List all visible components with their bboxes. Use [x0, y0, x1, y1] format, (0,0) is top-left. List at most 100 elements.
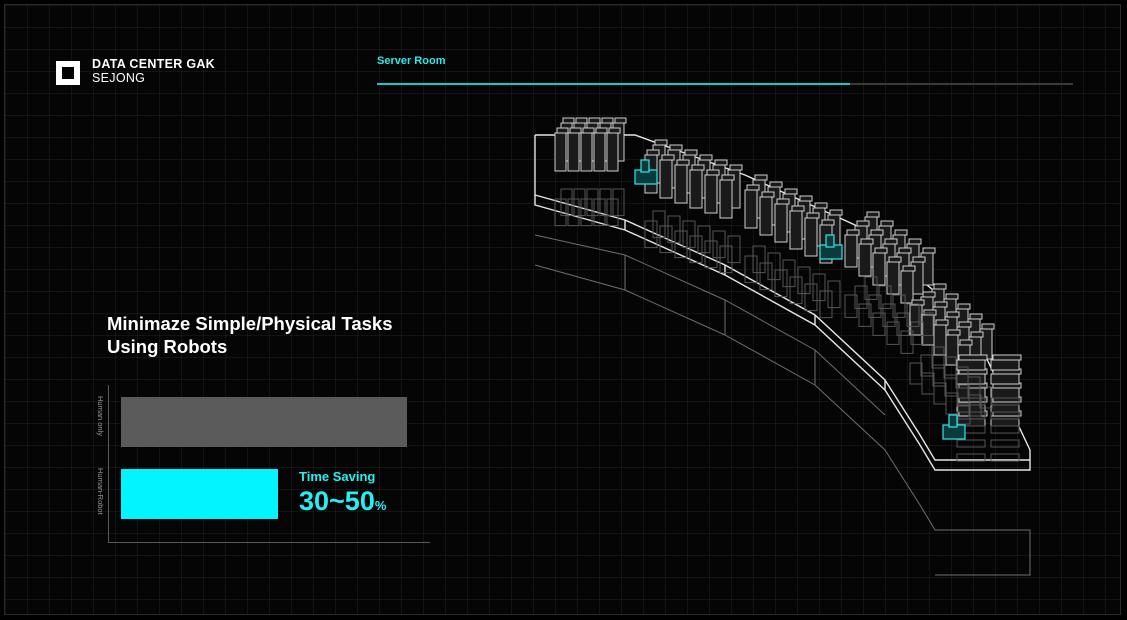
- server-rack-top: [784, 188, 798, 195]
- server-rack-top: [769, 181, 783, 188]
- server-rack: [956, 359, 986, 371]
- server-rack: [990, 359, 1020, 371]
- server-rack-top: [754, 174, 768, 181]
- category-label-human-only: Human only: [96, 396, 105, 437]
- server-rack-top: [676, 159, 690, 166]
- server-rack-top: [646, 149, 660, 156]
- server-rack-top: [614, 117, 627, 124]
- server-rack-reflection: [767, 252, 781, 281]
- server-rack: [554, 132, 567, 172]
- server-rack-top: [582, 127, 595, 134]
- server-rack-reflection: [712, 230, 726, 259]
- server-rack-top: [776, 198, 790, 205]
- server-rack: [759, 196, 773, 236]
- bar-human-robot: [121, 469, 279, 519]
- server-rack-top: [888, 256, 902, 263]
- server-rack-top: [829, 209, 843, 216]
- brand-logo: DATA CENTER GAK SEJONG: [56, 57, 215, 85]
- server-rack-reflection: [667, 215, 681, 244]
- server-rack-top: [721, 174, 735, 181]
- server-rack-top: [729, 164, 743, 171]
- server-rack-reflection: [744, 255, 758, 284]
- server-rack-reflection: [797, 266, 811, 295]
- server-rack-top: [969, 313, 983, 320]
- server-rack-top: [556, 127, 569, 134]
- server-rack-reflection: [704, 240, 718, 269]
- server-rack-top: [946, 311, 960, 318]
- server-rack-reflection: [682, 220, 696, 249]
- server-rack-top: [588, 117, 601, 124]
- tab-progress-bar: [377, 83, 851, 85]
- server-rack: [774, 203, 788, 243]
- server-rack-top: [958, 321, 972, 328]
- server-rack: [990, 401, 1020, 413]
- server-rack-top: [884, 238, 898, 245]
- server-rack-top: [902, 265, 916, 272]
- server-rack: [567, 132, 580, 172]
- server-rack: [719, 179, 733, 219]
- server-rack: [606, 132, 619, 172]
- chart-y-axis: [108, 385, 109, 543]
- server-rack: [990, 415, 1020, 427]
- server-rack-top: [846, 229, 860, 236]
- server-rack-top: [821, 219, 835, 226]
- server-rack-top: [799, 195, 813, 202]
- server-room-isometric-icon: [534, 117, 1031, 576]
- time-saving-value: 30~50%: [299, 486, 386, 517]
- server-rack-top: [947, 329, 961, 336]
- server-rack-top: [945, 293, 959, 300]
- headline: Minimaze Simple/Physical Tasks Using Rob…: [107, 312, 393, 358]
- category-label-human-robot: Human-Robot: [96, 468, 105, 515]
- server-rack-top: [669, 144, 683, 151]
- server-rack-reflection: [956, 439, 986, 448]
- server-rack: [704, 174, 718, 214]
- server-rack: [789, 210, 803, 250]
- server-rack-top: [746, 184, 760, 191]
- server-rack: [744, 189, 758, 229]
- server-rack: [689, 169, 703, 209]
- server-rack: [990, 387, 1020, 399]
- server-rack-top: [870, 229, 884, 236]
- server-rack-top: [761, 191, 775, 198]
- server-rack-top: [912, 256, 926, 263]
- server-rack-reflection: [812, 273, 826, 302]
- brand-name: DATA CENTER GAK: [92, 57, 216, 71]
- server-rack-top: [691, 164, 705, 171]
- server-rack-reflection: [804, 283, 818, 312]
- server-rack-reflection: [990, 439, 1020, 448]
- server-rack: [844, 234, 858, 268]
- server-rack-top: [922, 291, 936, 298]
- server-rack-top: [880, 220, 894, 227]
- server-rack-top: [894, 229, 908, 236]
- bar-human-only: [121, 397, 407, 447]
- server-rack-top: [661, 154, 675, 161]
- tab-server-room[interactable]: Server Room: [377, 55, 445, 67]
- server-rack: [858, 243, 872, 277]
- time-saving-number: 30~50: [299, 486, 375, 516]
- server-rack-reflection: [990, 425, 1020, 434]
- time-saving-chart: Human only Human-Robot Time Saving 30~50…: [96, 385, 430, 545]
- server-rack-top: [866, 211, 880, 218]
- server-rack-top: [898, 247, 912, 254]
- server-rack-reflection: [819, 290, 833, 319]
- headline-line-1: Minimaze Simple/Physical Tasks: [107, 313, 393, 334]
- server-rack-reflection: [827, 280, 841, 309]
- server-rack-top: [575, 117, 588, 124]
- chart-x-axis: [108, 542, 430, 543]
- server-rack: [593, 132, 606, 172]
- server-rack-top: [992, 354, 1022, 361]
- server-rack-reflection: [697, 225, 711, 254]
- server-rack-top: [970, 331, 984, 338]
- headline-line-2: Using Robots: [107, 336, 228, 357]
- server-rack-reflection: [782, 259, 796, 288]
- server-rack-top: [908, 238, 922, 245]
- server-rack-top: [791, 205, 805, 212]
- server-rack-top: [933, 283, 947, 290]
- server-rack-reflection: [909, 362, 923, 385]
- server-rack: [659, 159, 673, 199]
- server-rack: [872, 252, 886, 286]
- server-rack: [886, 261, 900, 295]
- server-rack-reflection: [727, 235, 741, 264]
- server-rack: [804, 217, 818, 257]
- server-rack-top: [860, 238, 874, 245]
